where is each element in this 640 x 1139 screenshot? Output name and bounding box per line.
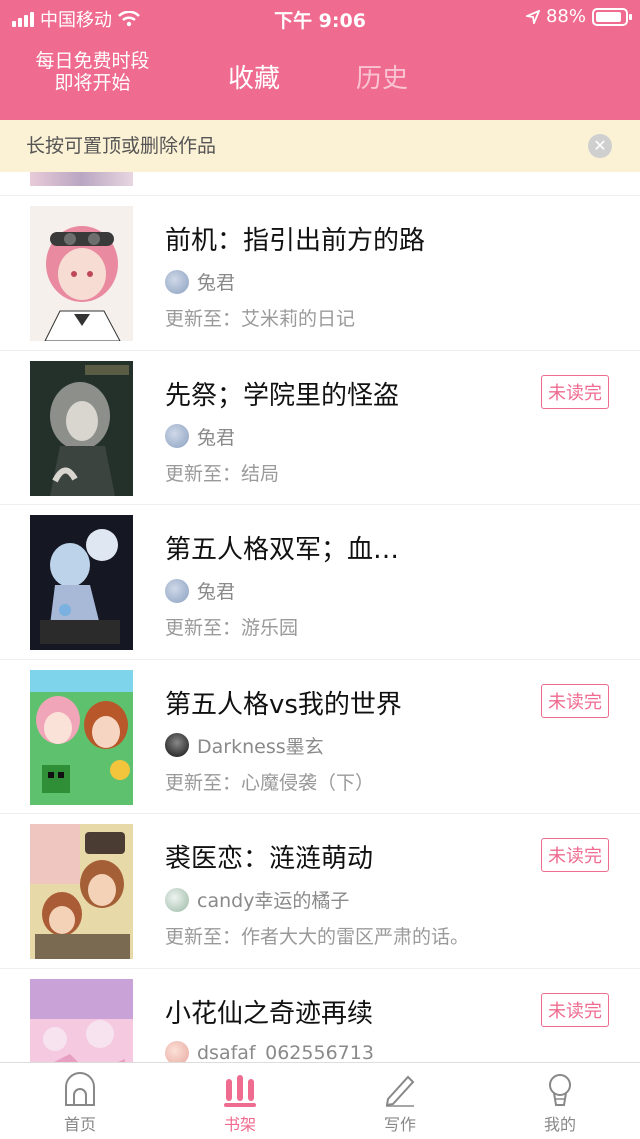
update-text: 更新至：作者大大的雷区严肃的话。 <box>165 926 470 948</box>
battery-percent: 88% <box>545 6 586 27</box>
tab-write[interactable]: 写作 <box>360 1071 440 1135</box>
book-title: 前机：指引出前方的路 <box>165 226 426 256</box>
author-name: dsafaf_062556713 <box>197 1041 374 1063</box>
pencil-icon <box>385 1075 415 1107</box>
tab-write-label: 写作 <box>383 1115 416 1134</box>
author-name: candy幸运的橘子 <box>197 890 350 912</box>
notice-bar: 长按可置顶或删除作品 ✕ <box>0 120 640 172</box>
list-item[interactable]: 前机：指引出前方的路 兔君 更新至：艾米莉的日记 <box>0 196 640 351</box>
unread-badge: 未读完 <box>541 992 609 1027</box>
book-title: 裘医恋：涟涟萌动 <box>165 844 374 874</box>
book-cover <box>30 206 133 341</box>
bookshelf-icon <box>224 1075 256 1107</box>
status-bar: 中国移动 下午 9:06 88% <box>0 0 640 34</box>
author-row: dsafaf_062556713 <box>165 1040 374 1063</box>
notice-text: 长按可置顶或删除作品 <box>26 135 217 157</box>
author-avatar <box>165 269 189 294</box>
book-title: 第五人格双军；血… <box>165 535 400 565</box>
unread-badge: 未读完 <box>541 374 609 409</box>
update-text: 更新至：心魔侵袭（下） <box>165 771 375 794</box>
book-cover <box>30 172 133 186</box>
list-item[interactable]: 小花仙之奇迹再续 未读完 dsafaf_062556713 <box>0 969 640 1063</box>
profile-icon <box>549 1074 571 1106</box>
promo-line-1: 每日免费时段 <box>35 50 150 72</box>
book-title: 第五人格vs我的世界 <box>165 689 402 720</box>
location-icon <box>525 9 540 24</box>
close-icon[interactable]: ✕ <box>588 134 612 158</box>
battery-icon <box>592 7 632 26</box>
tab-profile-label: 我的 <box>543 1115 576 1134</box>
author-row: 兔君 <box>165 577 235 604</box>
tab-history[interactable]: 历史 <box>356 58 408 95</box>
home-icon <box>65 1072 95 1106</box>
update-text: 更新至：艾米莉的日记 <box>165 308 356 330</box>
tab-bookshelf-label: 书架 <box>223 1115 256 1134</box>
tab-home[interactable]: 首页 <box>40 1071 120 1135</box>
bottom-tab-bar: 首页 书架 写作 我的 <box>0 1062 640 1139</box>
book-list[interactable]: 前机：指引出前方的路 兔君 更新至：艾米莉的日记 先祭；学院里的怪盗 未读完 兔… <box>0 172 640 1062</box>
book-title: 先祭；学院里的怪盗 <box>165 380 400 411</box>
author-row: Darkness墨玄 <box>165 732 324 759</box>
unread-badge: 未读完 <box>541 683 609 718</box>
update-text: 更新至：结局 <box>165 462 280 485</box>
author-avatar <box>165 733 189 757</box>
tab-profile[interactable]: 我的 <box>520 1071 600 1135</box>
tab-favorites[interactable]: 收藏 <box>228 58 280 95</box>
author-name: Darkness墨玄 <box>197 735 324 758</box>
top-bar: 中国移动 下午 9:06 88% 每日免费时段 即将开始 收藏 历史 <box>0 0 640 120</box>
list-item[interactable]: 第五人格vs我的世界 未读完 Darkness墨玄 更新至：心魔侵袭（下） <box>0 660 640 814</box>
author-row: 兔君 <box>165 268 235 295</box>
book-cover <box>30 824 133 959</box>
tab-home-label: 首页 <box>63 1115 96 1134</box>
list-item[interactable]: 裘医恋：涟涟萌动 未读完 candy幸运的橘子 更新至：作者大大的雷区严肃的话。 <box>0 814 640 969</box>
book-cover <box>30 669 133 805</box>
author-name: 兔君 <box>197 272 236 294</box>
promo-line-2: 即将开始 <box>54 72 131 94</box>
update-text: 更新至：游乐园 <box>165 617 299 639</box>
author-avatar <box>165 887 189 912</box>
free-period-banner[interactable]: 每日免费时段 即将开始 <box>20 50 165 94</box>
unread-badge: 未读完 <box>541 838 609 872</box>
tab-bookshelf[interactable]: 书架 <box>200 1071 280 1135</box>
list-item[interactable] <box>0 172 640 196</box>
author-avatar <box>165 424 189 448</box>
book-cover <box>30 360 133 496</box>
author-avatar <box>165 1040 189 1062</box>
list-item[interactable]: 先祭；学院里的怪盗 未读完 兔君 更新至：结局 <box>0 351 640 505</box>
author-name: 兔君 <box>197 426 236 449</box>
book-title: 小花仙之奇迹再续 <box>165 998 374 1029</box>
author-avatar <box>165 578 189 603</box>
author-name: 兔君 <box>197 581 236 603</box>
book-cover <box>30 515 133 650</box>
book-cover <box>30 978 133 1062</box>
author-row: candy幸运的橘子 <box>165 886 349 913</box>
author-row: 兔君 <box>165 423 235 450</box>
list-item[interactable]: 第五人格双军；血… 兔君 更新至：游乐园 <box>0 505 640 660</box>
